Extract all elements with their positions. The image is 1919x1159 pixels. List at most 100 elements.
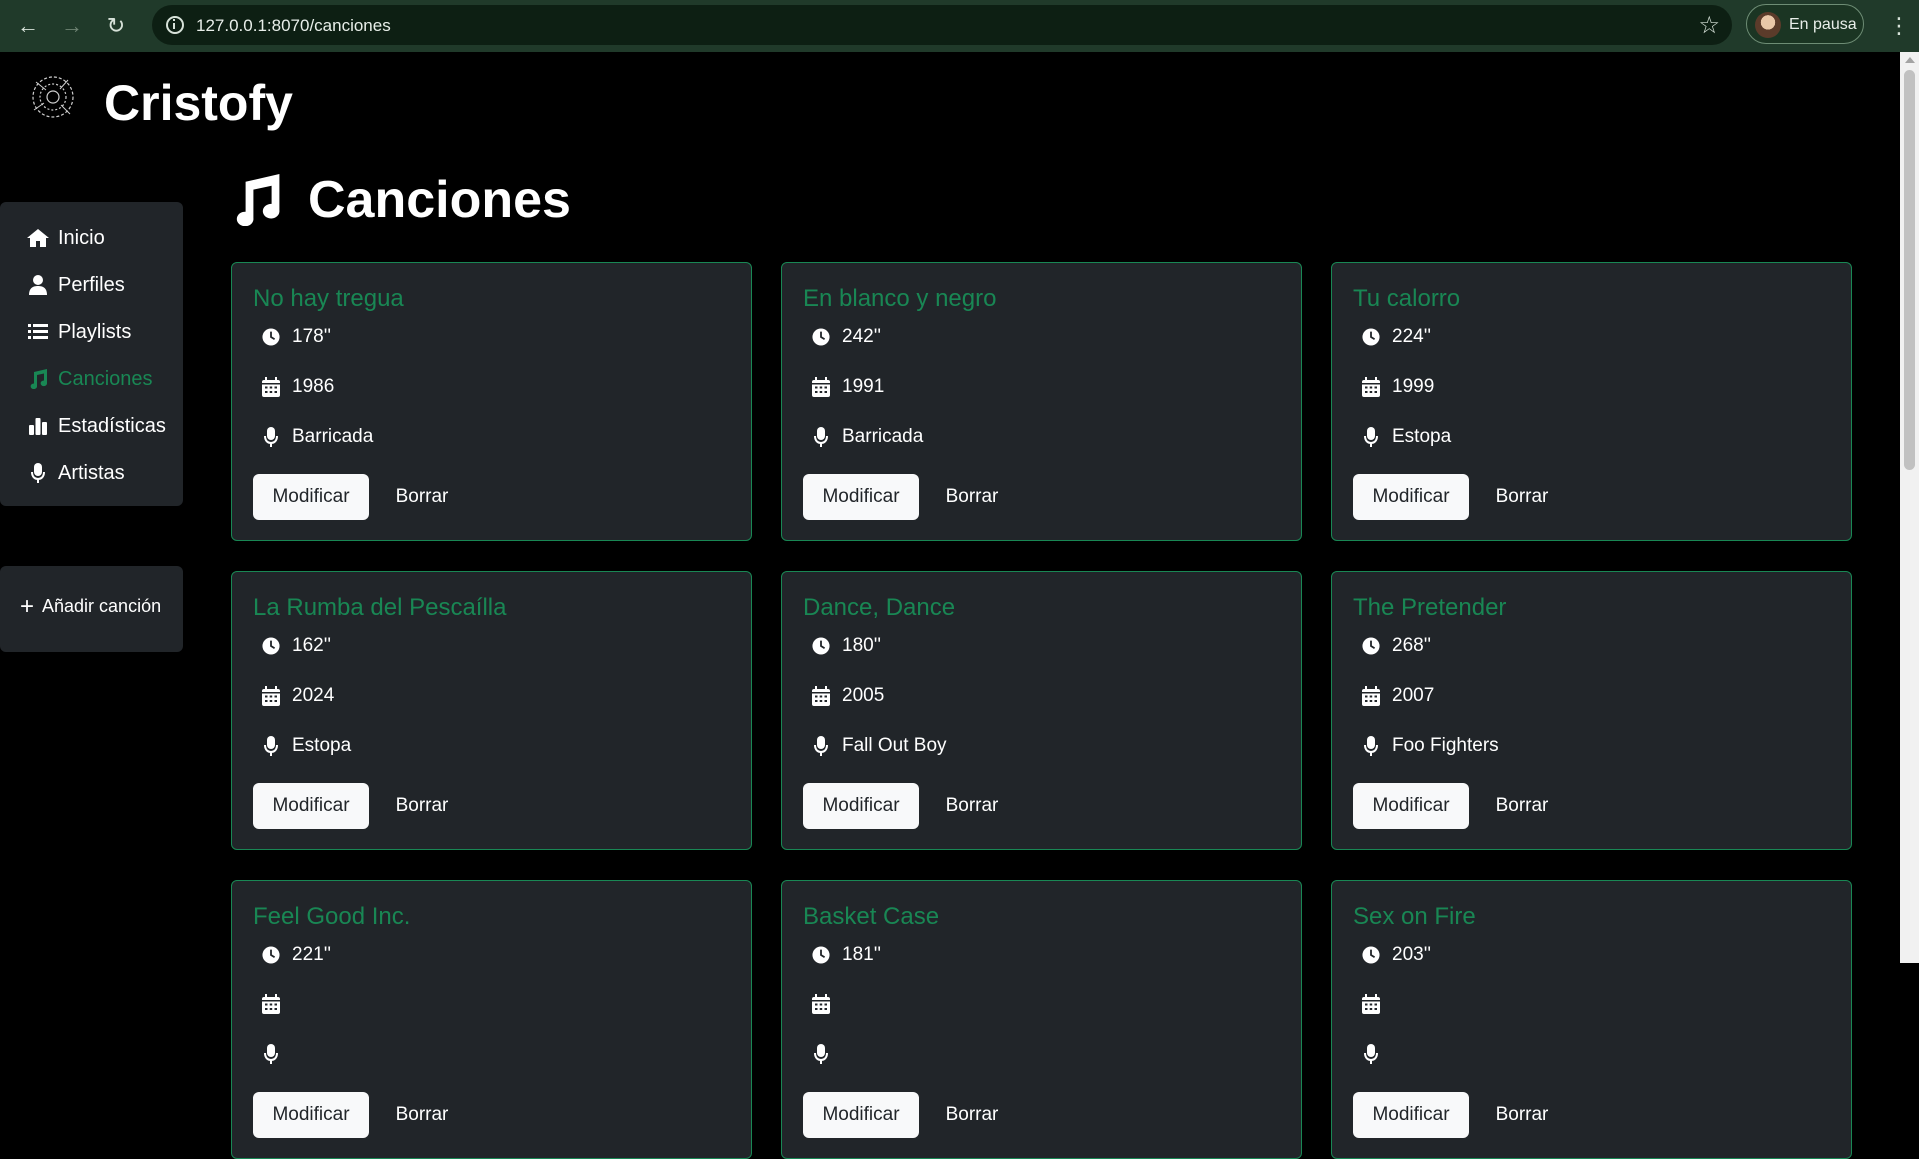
delete-button[interactable]: Borrar	[932, 783, 1012, 829]
sidebar-item-label: Perfiles	[58, 273, 125, 296]
artist-value: Barricada	[292, 426, 374, 447]
calendar-icon	[262, 686, 280, 706]
delete-button[interactable]: Borrar	[932, 474, 1012, 520]
song-year: 1999	[1362, 376, 1434, 398]
year-value: 2005	[842, 685, 885, 706]
microphone-icon	[262, 427, 280, 447]
sidebar-item-inicio[interactable]: Inicio	[26, 223, 105, 253]
delete-button[interactable]: Borrar	[1482, 474, 1562, 520]
modify-button[interactable]: Modificar	[803, 474, 919, 520]
clock-icon	[812, 636, 830, 656]
browser-menu-icon[interactable]: ⋮	[1888, 12, 1910, 40]
delete-button[interactable]: Borrar	[1482, 1092, 1562, 1138]
duration-value: 268''	[1392, 635, 1431, 656]
url-text[interactable]: 127.0.0.1:8070/canciones	[196, 16, 391, 36]
song-title[interactable]: Tu calorro	[1353, 285, 1460, 313]
song-artist	[262, 1044, 292, 1064]
song-year	[262, 994, 292, 1014]
song-artist: Estopa	[1362, 426, 1451, 448]
year-value: 2007	[1392, 685, 1435, 706]
song-title[interactable]: En blanco y negro	[803, 285, 996, 313]
modify-button[interactable]: Modificar	[1353, 783, 1469, 829]
song-card: Basket Case 181'' Modificar Borrar	[781, 880, 1302, 1159]
delete-button[interactable]: Borrar	[382, 783, 462, 829]
song-year: 1986	[262, 376, 334, 398]
modify-button[interactable]: Modificar	[803, 1092, 919, 1138]
modify-button[interactable]: Modificar	[253, 783, 369, 829]
scroll-up-arrow-icon[interactable]	[1905, 57, 1915, 63]
song-artist: Estopa	[262, 735, 351, 757]
site-info-icon[interactable]	[166, 16, 184, 34]
clock-icon	[1362, 636, 1380, 656]
calendar-icon	[812, 994, 830, 1014]
delete-button[interactable]: Borrar	[382, 474, 462, 520]
add-song-link[interactable]: + Añadir canción	[20, 592, 161, 620]
clock-icon	[1362, 327, 1380, 347]
page-scrollbar[interactable]	[1900, 52, 1919, 963]
sidebar-item-playlists[interactable]: Playlists	[26, 317, 131, 347]
artist-value: Barricada	[842, 426, 924, 447]
sidebar-item-label: Canciones	[58, 367, 153, 390]
duration-value: 242''	[842, 326, 881, 347]
song-card: Sex on Fire 203'' Modificar Borrar	[1331, 880, 1852, 1159]
song-artist	[1362, 1044, 1392, 1064]
song-duration: 242''	[812, 326, 881, 348]
song-title[interactable]: Dance, Dance	[803, 594, 955, 622]
song-card: En blanco y negro 242'' 1991 Barricada M…	[781, 262, 1302, 541]
sidebar-item-perfiles[interactable]: Perfiles	[26, 270, 125, 300]
scrollbar-thumb[interactable]	[1904, 70, 1915, 470]
modify-button[interactable]: Modificar	[253, 474, 369, 520]
calendar-icon	[1362, 377, 1380, 397]
microphone-icon	[812, 1044, 830, 1064]
reload-icon[interactable]: ↻	[100, 10, 132, 42]
song-duration: 180''	[812, 635, 881, 657]
song-year: 2007	[1362, 685, 1434, 707]
plus-icon: +	[20, 592, 35, 620]
forward-arrow-icon[interactable]: →	[56, 10, 88, 42]
modify-button[interactable]: Modificar	[1353, 1092, 1469, 1138]
address-bar[interactable]: 127.0.0.1:8070/canciones ☆	[152, 5, 1732, 45]
back-arrow-icon[interactable]: ←	[12, 10, 44, 42]
modify-button[interactable]: Modificar	[1353, 474, 1469, 520]
home-icon	[26, 228, 50, 248]
brand-title[interactable]: Cristofy	[104, 74, 293, 132]
profile-button[interactable]: En pausa	[1746, 4, 1864, 44]
song-title[interactable]: The Pretender	[1353, 594, 1506, 622]
sidebar-item-artistas[interactable]: Artistas	[26, 458, 125, 488]
song-card: Dance, Dance 180'' 2005 Fall Out Boy Mod…	[781, 571, 1302, 850]
song-artist	[812, 1044, 842, 1064]
music-icon	[26, 369, 50, 389]
song-title[interactable]: Feel Good Inc.	[253, 903, 410, 931]
modify-button[interactable]: Modificar	[803, 783, 919, 829]
song-title[interactable]: Basket Case	[803, 903, 939, 931]
song-card: Tu calorro 224'' 1999 Estopa Modificar B…	[1331, 262, 1852, 541]
delete-button[interactable]: Borrar	[932, 1092, 1012, 1138]
sidebar-item-label: Estadísticas	[58, 414, 166, 437]
sidebar-item-estadisticas[interactable]: Estadísticas	[26, 411, 166, 441]
modify-button[interactable]: Modificar	[253, 1092, 369, 1138]
bookmark-star-icon[interactable]: ☆	[1698, 11, 1720, 40]
sidebar-item-label: Playlists	[58, 320, 132, 343]
calendar-icon	[1362, 686, 1380, 706]
artist-value: Fall Out Boy	[842, 735, 947, 756]
duration-value: 162''	[292, 635, 331, 656]
microphone-icon	[1362, 1044, 1380, 1064]
calendar-icon	[262, 994, 280, 1014]
song-title[interactable]: Sex on Fire	[1353, 903, 1476, 931]
song-title[interactable]: No hay tregua	[253, 285, 404, 313]
profile-status-label: En pausa	[1789, 16, 1857, 33]
page-header: Canciones	[230, 170, 571, 230]
delete-button[interactable]: Borrar	[1482, 783, 1562, 829]
delete-button[interactable]: Borrar	[382, 1092, 462, 1138]
music-icon	[236, 174, 280, 226]
song-title[interactable]: La Rumba del Pescaílla	[253, 594, 506, 622]
artist-value: Estopa	[292, 735, 352, 756]
song-year: 1991	[812, 376, 884, 398]
song-year	[1362, 994, 1392, 1014]
avatar	[1755, 12, 1781, 38]
song-card: The Pretender 268'' 2007 Foo Fighters Mo…	[1331, 571, 1852, 850]
song-artist: Foo Fighters	[1362, 735, 1499, 757]
add-song-panel: + Añadir canción	[0, 566, 183, 652]
cristofy-logo-icon[interactable]	[28, 72, 78, 122]
sidebar-item-canciones[interactable]: Canciones	[26, 364, 153, 394]
